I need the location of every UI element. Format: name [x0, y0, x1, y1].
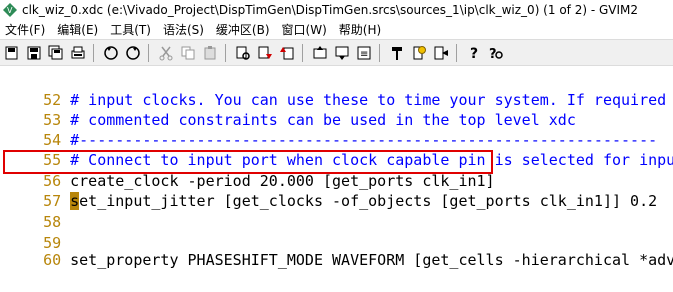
paste-icon[interactable] [200, 43, 220, 63]
redo-icon[interactable] [123, 43, 143, 63]
save-all-icon[interactable] [46, 43, 66, 63]
find-help-icon[interactable]: ? [486, 43, 506, 63]
cut-icon[interactable] [156, 43, 176, 63]
svg-text:≡: ≡ [360, 49, 368, 60]
make-icon[interactable] [387, 43, 407, 63]
svg-text:V: V [7, 6, 13, 15]
print-icon[interactable] [68, 43, 88, 63]
copy-icon[interactable] [178, 43, 198, 63]
save-session-icon[interactable] [332, 43, 352, 63]
toolbar-separator [93, 43, 94, 62]
code-line: 58 [0, 191, 70, 231]
toolbar-separator [456, 43, 457, 62]
code-line: 55 # Connect to input port when clock cap… [0, 129, 673, 169]
open-icon[interactable] [2, 43, 22, 63]
menu-tools[interactable]: 工具(T) [105, 21, 158, 38]
code-line: 52 # input clocks. You can use these to t… [0, 69, 666, 109]
toolbar-separator [148, 43, 149, 62]
find-prev-icon[interactable] [277, 43, 297, 63]
toolbar: ≡ ? ? [0, 39, 673, 66]
run-ctags-icon[interactable] [409, 43, 429, 63]
save-icon[interactable] [24, 43, 44, 63]
menu-buffers[interactable]: 缓冲区(B) [211, 21, 277, 38]
menu-edit[interactable]: 编辑(E) [52, 21, 105, 38]
menu-help[interactable]: 帮助(H) [334, 21, 388, 38]
help-icon[interactable]: ? [464, 43, 484, 63]
code-line: 54 #-------------------------------------… [0, 109, 657, 149]
highlight-box [3, 150, 493, 174]
menu-syntax[interactable]: 语法(S) [158, 21, 211, 38]
title-bar: V clk_wiz_0.xdc (e:\Vivado_Project\DispT… [0, 0, 673, 19]
find-replace-icon[interactable] [233, 43, 253, 63]
undo-icon[interactable] [101, 43, 121, 63]
find-next-icon[interactable] [255, 43, 275, 63]
toolbar-separator [225, 43, 226, 62]
code-text: et_input_jitter [get_clocks -of_objects … [79, 192, 658, 210]
line-number: 60 [43, 251, 62, 269]
load-session-icon[interactable] [310, 43, 330, 63]
svg-text:?: ? [470, 46, 478, 61]
editor-area[interactable]: 52 # input clocks. You can use these to t… [0, 66, 673, 269]
gvim-icon: V [3, 2, 17, 17]
toolbar-separator [379, 43, 380, 62]
code-line: 60 set_property PHASESHIFT_MODE WAVEFORM … [0, 229, 673, 269]
menu-bar: 文件(F) 编辑(E) 工具(T) 语法(S) 缓冲区(B) 窗口(W) 帮助(… [0, 19, 673, 39]
menu-file[interactable]: 文件(F) [0, 21, 52, 38]
text-cursor: s [70, 192, 80, 210]
code-text: set_property PHASESHIFT_MODE WAVEFORM [g… [70, 251, 673, 269]
toolbar-separator [302, 43, 303, 62]
window-title: clk_wiz_0.xdc (e:\Vivado_Project\DispTim… [22, 2, 639, 17]
code-line: 53 # commented constraints can be used in… [0, 89, 576, 129]
run-script-icon[interactable]: ≡ [354, 43, 374, 63]
menu-window[interactable]: 窗口(W) [277, 21, 334, 38]
jump-tag-icon[interactable] [431, 43, 451, 63]
